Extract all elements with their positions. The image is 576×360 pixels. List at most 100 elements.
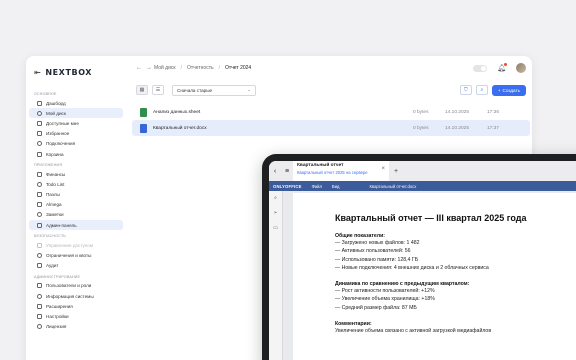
sidebar: ⇤ NEXTBOX ОСНОВНОЕ Дашборд Мой диск Доступн… (26, 56, 126, 360)
document-file-icon (140, 123, 147, 133)
search-icon[interactable]: ⌕ (475, 85, 488, 95)
file-row[interactable]: Анализ данных.sheet 0 bytes 14.10.2025 1… (132, 104, 530, 120)
sidebar-item-icon (37, 293, 42, 299)
sidebar-section-title: ОСНОВНОЕ (34, 92, 57, 96)
sidebar-item[interactable]: Информация системы (29, 291, 123, 301)
paragraph: — Активных пользователей: 56 (335, 248, 411, 255)
app-logo[interactable]: ⇤ NEXTBOX (26, 64, 126, 80)
sidebar-section-title: БЕЗОПАСНОСТЬ (34, 234, 66, 239)
sidebar-item-icon (37, 110, 42, 116)
sidebar-item-icon (37, 313, 42, 319)
sidebar-item[interactable]: Аудит (29, 261, 123, 271)
user-avatar[interactable] (516, 63, 526, 73)
sidebar-item-icon (37, 212, 42, 218)
document-page[interactable]: Квартальный отчет — III квартал 2025 год… (293, 193, 576, 360)
sidebar-item[interactable]: Пользователи и роли (29, 281, 123, 291)
sidebar-item-icon (37, 263, 42, 269)
sidebar-item: Управление доступом (29, 240, 123, 250)
editor-tab-strip: ‹ ≡ Квартальный отчет Квартальный отчет … (269, 161, 576, 181)
sidebar-item-label: Мой диск (46, 110, 66, 116)
file-size: 0 bytes (413, 109, 429, 115)
sidebar-item-label: Пазлы (46, 192, 60, 198)
sidebar-item-label: Доступные мне (46, 120, 79, 126)
sidebar-item[interactable]: Доступные мне (29, 118, 123, 128)
back-icon[interactable]: ‹ (269, 161, 281, 181)
breadcrumb-current: Отчет 2024 (225, 65, 252, 71)
grid-view-icon[interactable]: ▦ (136, 85, 148, 95)
sidebar-item[interactable]: Корзина (29, 149, 123, 159)
sidebar-item-icon (37, 303, 42, 309)
sidebar-item[interactable]: Ограничения и квоты (29, 250, 123, 260)
tablet-device: ‹ ≡ Квартальный отчет Квартальный отчет … (262, 154, 576, 360)
sidebar-item-icon (37, 131, 42, 137)
sidebar-item-label: Лицензия (46, 324, 67, 330)
navigation-icon[interactable]: ▭ (273, 225, 278, 231)
notifications-bell-icon[interactable]: 🔔︎ (497, 63, 507, 72)
sidebar-item-label: Настройки (46, 313, 69, 319)
close-icon[interactable]: × (381, 166, 385, 172)
filter-icon[interactable]: ⛉ (459, 85, 472, 95)
file-row-selected[interactable]: Квартальный отчет.docx 0 bytes 14.10.202… (132, 120, 530, 136)
file-time: 17:37 (487, 125, 500, 131)
sidebar-item-icon (37, 283, 42, 289)
sidebar-item[interactable]: Финансы (29, 169, 123, 179)
file-toolbar: ▦ ☰ Сначала старые ⌄ ⛉ ⌕ + Создать (130, 80, 532, 100)
sidebar-section-title: АДМИНИСТРИРОВАНИЕ (34, 274, 81, 279)
spreadsheet-file-icon (140, 107, 147, 117)
document-tab[interactable]: Квартальный отчет Квартальный отчет 2025… (293, 161, 389, 181)
breadcrumb-item[interactable]: Отчетность (187, 65, 214, 71)
editor-filename: Квартальный отчет.docx (369, 183, 417, 189)
paragraph: — Загружено новых файлов: 1 482 (335, 240, 420, 246)
sidebar-item-label: Аудит (46, 263, 59, 269)
sort-value: Сначала старые (177, 87, 213, 93)
paragraph: — Рост активности пользователей: +12% (335, 288, 435, 295)
sidebar-item[interactable]: Дашборд (29, 98, 123, 108)
menu-icon[interactable]: ≡ (281, 161, 293, 181)
sidebar-item[interactable]: Настройки (29, 311, 123, 321)
sidebar-item[interactable]: Подключения (29, 139, 123, 149)
sidebar-item-label: Пользователи и роли (46, 283, 92, 289)
sidebar-item[interactable]: Расширения (29, 301, 123, 311)
theme-toggle[interactable] (473, 64, 488, 72)
sidebar-item-icon (37, 192, 42, 198)
file-name: Анализ данных.sheet (153, 109, 201, 115)
menu-file[interactable]: Файл (312, 184, 322, 189)
create-button[interactable]: + Создать (491, 84, 526, 96)
sidebar-item[interactable]: Todo List (29, 179, 123, 189)
tablet-screen: ‹ ≡ Квартальный отчет Квартальный отчет … (269, 161, 576, 360)
collapse-sidebar-icon[interactable]: ⇤ (34, 68, 41, 77)
back-arrow-icon[interactable]: ← (136, 65, 142, 71)
new-tab-icon[interactable]: + (389, 161, 403, 181)
paragraph: Увеличение объема связано с активной заг… (335, 328, 492, 335)
onlyoffice-bar: ONLYOFFICE Файл Вид Квартальный отчет.do… (269, 181, 576, 191)
breadcrumb-item[interactable]: Мой диск (154, 65, 176, 71)
sidebar-item-icon (37, 242, 42, 248)
sidebar-item-icon (37, 324, 42, 330)
sidebar-item[interactable]: Мой диск (29, 108, 123, 119)
file-time: 17:36 (487, 109, 500, 115)
sidebar-item-icon (37, 222, 42, 228)
sidebar-item-icon (37, 202, 42, 208)
document-title: Квартальный отчет — III квартал 2025 год… (335, 213, 527, 223)
sidebar-item[interactable]: Лицензия (29, 322, 123, 332)
sidebar-item-label: Дашборд (46, 100, 66, 106)
plus-icon: + (497, 87, 501, 93)
sidebar-item-icon (37, 181, 42, 187)
sidebar-section-title: ПРИЛОЖЕНИЯ (34, 163, 63, 168)
sidebar-item-label: Управление доступом (46, 242, 93, 248)
sidebar-item-icon (37, 253, 42, 259)
menu-view[interactable]: Вид (332, 184, 340, 189)
sidebar-item-label: Заметки (46, 212, 64, 218)
sidebar-item[interactable]: Админ-панель (29, 220, 123, 231)
comments-icon[interactable]: ➣ (273, 210, 277, 216)
forward-arrow-icon[interactable]: → (146, 65, 152, 71)
file-date: 14.10.2025 (445, 109, 470, 115)
sort-select[interactable]: Сначала старые ⌄ (172, 84, 256, 96)
sidebar-item-icon (37, 151, 42, 157)
sidebar-item[interactable]: Избранное (29, 129, 123, 139)
sidebar-item[interactable]: Пазлы (29, 190, 123, 200)
list-view-icon[interactable]: ☰ (152, 85, 164, 95)
sidebar-item[interactable]: Almega (29, 200, 123, 210)
search-icon[interactable]: ⌕ (274, 195, 277, 201)
sidebar-item[interactable]: Заметки (29, 210, 123, 220)
